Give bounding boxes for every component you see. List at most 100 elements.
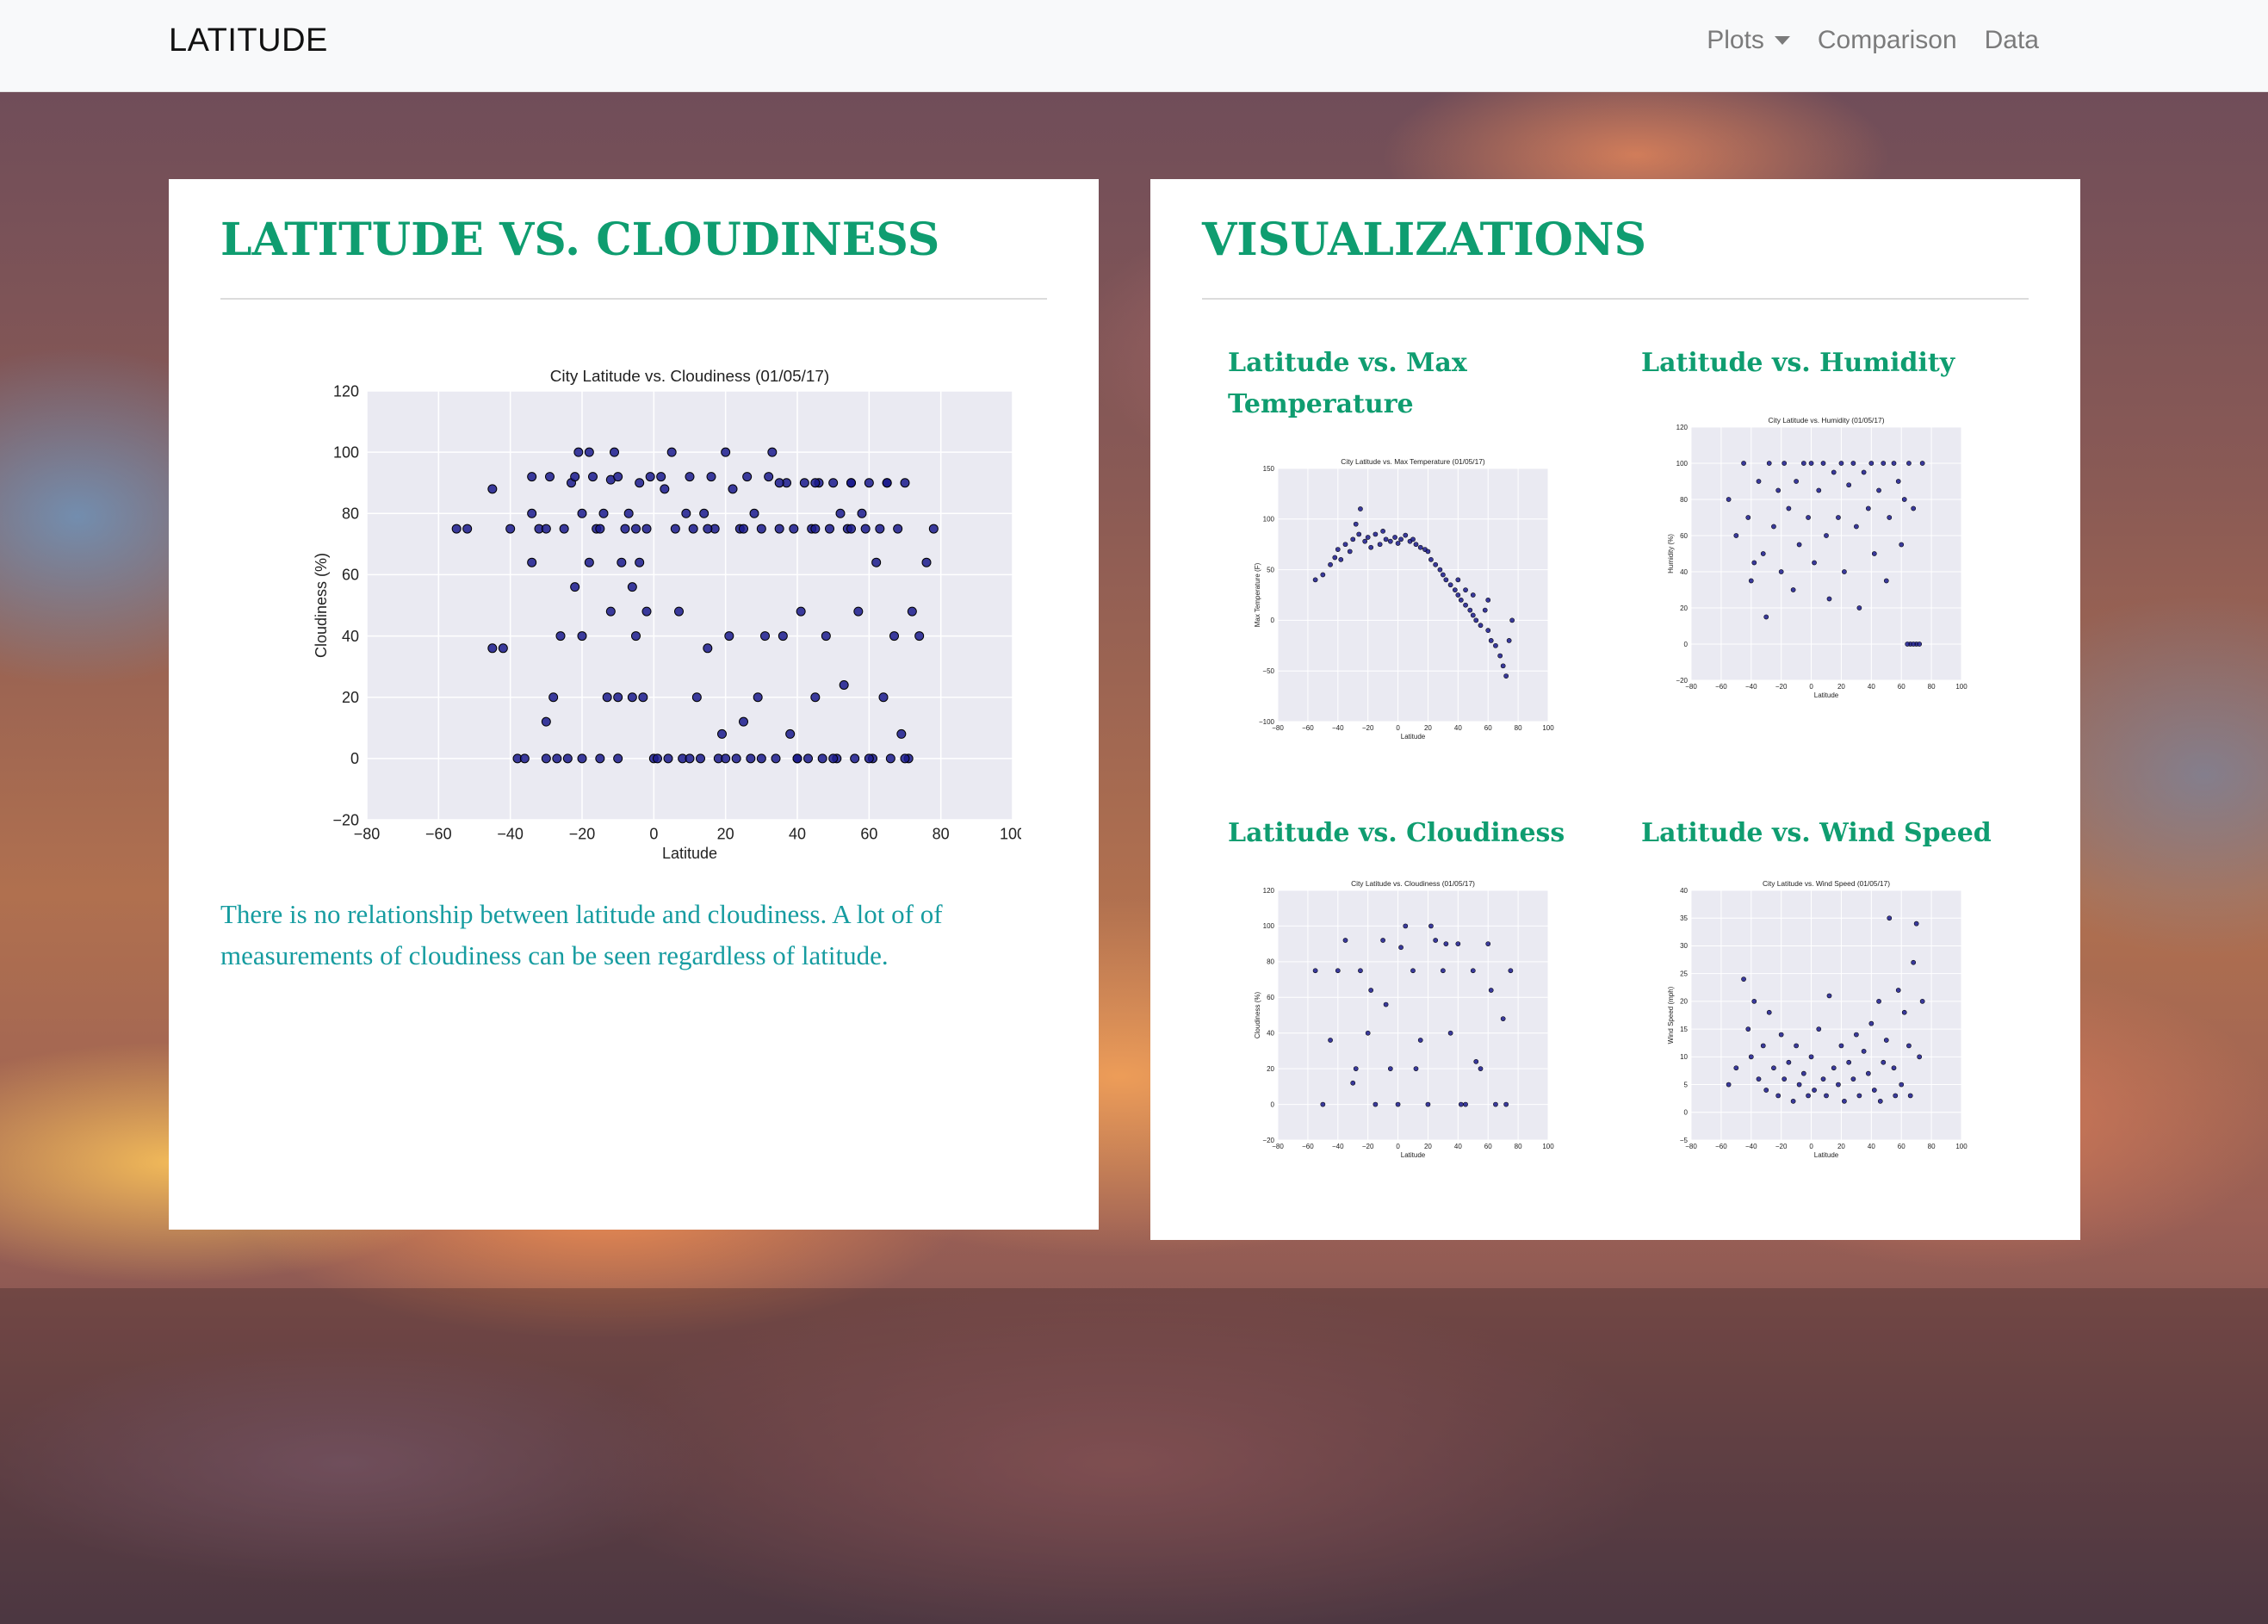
data-point [853, 606, 864, 617]
data-point [1808, 461, 1814, 466]
thumb-title-cloudiness[interactable]: Latitude vs. Cloudiness [1228, 813, 1589, 854]
x-tick-label: 20 [717, 826, 734, 843]
data-point [631, 631, 641, 642]
data-point [666, 447, 677, 457]
thumb-title-wind-speed[interactable]: Latitude vs. Wind Speed [1641, 813, 2003, 854]
thumb-title-max-temperature[interactable]: Latitude vs. Max Temperature [1228, 343, 1503, 425]
nav-comparison[interactable]: Comparison [1818, 26, 1957, 55]
data-point [602, 692, 612, 703]
data-point [617, 557, 627, 567]
data-point [1365, 1030, 1371, 1036]
data-point [635, 557, 645, 567]
data-point [1919, 999, 1925, 1004]
thumb-wind-speed-chart[interactable]: −80 −60 −40 −20 0 20 40 60 80 100−505101520253035… [1641, 873, 1968, 1175]
data-point [1508, 968, 1514, 974]
data-point [1350, 1080, 1356, 1086]
visualizations-panel: VISUALIZATIONS Latitude vs. Max Temperat… [1150, 179, 2080, 1240]
data-point [451, 524, 462, 534]
data-point [584, 447, 594, 457]
data-point [1906, 1043, 1912, 1049]
data-point [1383, 1001, 1389, 1007]
data-point [620, 524, 630, 534]
data-point [1373, 1101, 1379, 1107]
data-point [1362, 538, 1368, 544]
nav-data[interactable]: Data [1985, 26, 2039, 55]
data-point [1895, 988, 1901, 993]
data-point [1463, 602, 1468, 608]
y-tick-label: 100 [1263, 516, 1275, 524]
data-point [656, 472, 666, 482]
data-point [828, 753, 839, 764]
data-point [1500, 1016, 1506, 1022]
data-point [1901, 497, 1907, 502]
x-tick-label: 80 [1515, 724, 1522, 732]
data-point [645, 472, 655, 482]
data-point [1842, 569, 1847, 574]
thumb-max-temperature-chart[interactable]: −80 −60 −40 −20 0 20 40 60 80 100−100−50050100150… [1228, 446, 1555, 756]
data-point [706, 472, 716, 482]
data-point [1350, 536, 1356, 542]
data-point [749, 508, 759, 518]
brand-link[interactable]: LATITUDE [169, 22, 328, 59]
data-point [1854, 524, 1859, 530]
y-tick-label: 0 [1684, 1109, 1689, 1117]
data-point [1816, 1026, 1822, 1032]
data-point [1398, 536, 1404, 542]
data-point [1763, 1088, 1769, 1093]
data-point [1328, 561, 1333, 567]
data-point [878, 692, 889, 703]
y-tick-label: −50 [1262, 667, 1274, 675]
data-point [1417, 1038, 1423, 1043]
data-point [900, 478, 910, 488]
data-point [1842, 1099, 1847, 1104]
data-point [1417, 544, 1423, 550]
data-point [907, 606, 917, 617]
x-tick-label: 60 [1898, 1143, 1905, 1150]
data-point [1413, 542, 1419, 548]
data-point [1816, 487, 1822, 493]
data-point [828, 478, 839, 488]
data-point [1733, 533, 1739, 538]
data-point [717, 728, 727, 739]
x-tick-label: 60 [1484, 724, 1492, 732]
data-point [562, 753, 573, 764]
x-tick-label: 20 [1424, 1143, 1432, 1150]
data-point [660, 484, 670, 494]
data-point [803, 753, 813, 764]
data-point [1387, 1066, 1393, 1072]
data-point [1748, 578, 1754, 584]
data-point [1899, 542, 1905, 548]
data-point [1883, 1038, 1889, 1043]
data-point [1441, 968, 1446, 974]
data-point [1478, 623, 1484, 629]
data-point [1312, 968, 1318, 974]
data-point [685, 472, 695, 482]
y-tick-label: 0 [1271, 1100, 1275, 1108]
thumb-cloudiness-chart[interactable]: −80 −60 −40 −20 0 20 40 60 80 100−200204060801001… [1228, 873, 1555, 1175]
data-point [921, 557, 932, 567]
x-tick-label: −40 [1332, 1143, 1344, 1150]
x-tick-label: 40 [1454, 724, 1462, 732]
y-tick-label: 100 [1263, 922, 1275, 930]
data-point [1485, 628, 1491, 634]
thumb-title-humidity[interactable]: Latitude vs. Humidity [1641, 343, 2003, 384]
data-point [1473, 1058, 1479, 1064]
y-tick-label: 120 [333, 382, 359, 400]
data-point [742, 472, 753, 482]
thumb-humidity-chart[interactable]: −80 −60 −40 −20 0 20 40 60 80 100−200204060801001… [1641, 405, 1968, 715]
data-point [613, 692, 623, 703]
data-point [1745, 1026, 1751, 1032]
y-tick-label: 60 [342, 567, 359, 584]
x-tick-label: 80 [1928, 683, 1936, 691]
data-point [846, 478, 856, 488]
data-point [1509, 617, 1515, 623]
y-tick-label: 60 [1267, 994, 1274, 1001]
y-tick-label: 20 [342, 689, 359, 706]
data-point [1347, 549, 1353, 555]
data-point [1782, 1076, 1788, 1082]
nav-plots-dropdown[interactable]: Plots [1707, 26, 1790, 55]
data-point [598, 508, 609, 518]
data-point [1846, 1059, 1852, 1065]
data-point [1881, 461, 1887, 466]
x-tick-label: −60 [425, 826, 452, 843]
